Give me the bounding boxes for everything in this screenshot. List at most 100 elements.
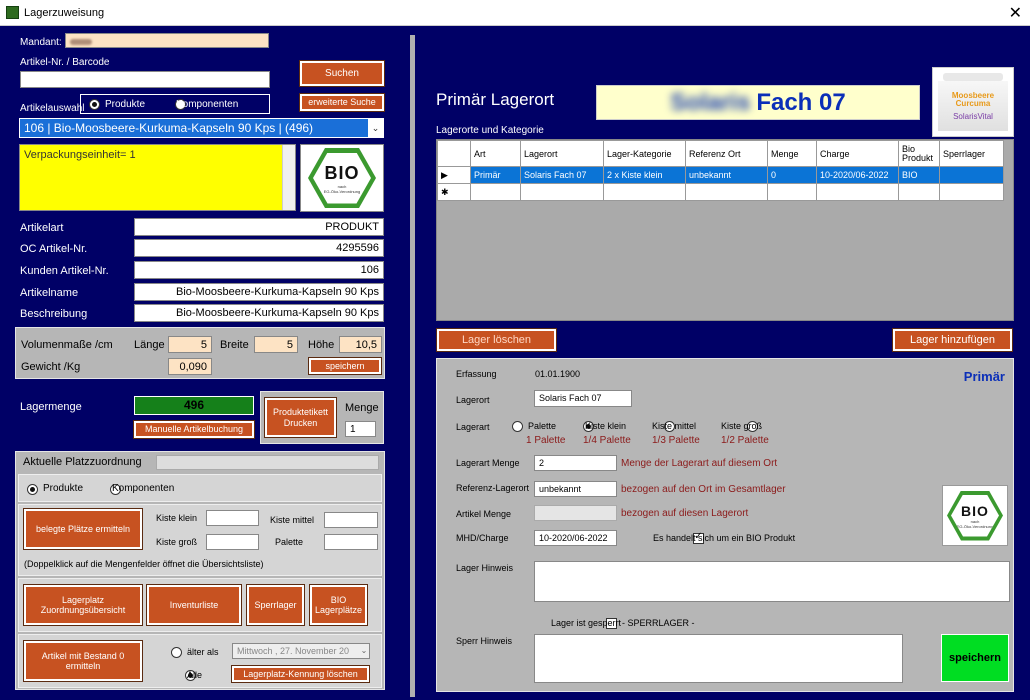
hoehe-input[interactable]: 10,5	[339, 336, 382, 353]
artikel-select[interactable]: 106 | Bio-Moosbeere-Kurkuma-Kapseln 90 K…	[19, 118, 384, 138]
beschreibung-label: Beschreibung	[20, 308, 88, 320]
cell-charge[interactable]: 10-2020/06-2022	[816, 166, 899, 184]
bio-lagerplaetze-button[interactable]: BIO Lagerplätze	[309, 584, 368, 626]
menge-input[interactable]: 1	[345, 421, 376, 437]
cell-menge[interactable]: 0	[767, 166, 817, 184]
dimensions-speichern-button[interactable]: speichern	[308, 357, 382, 375]
lagerart-radio-palette[interactable]	[512, 420, 523, 432]
artikelname-label: Artikelname	[20, 287, 79, 299]
artikelauswahl-label: Artikelauswahl	[20, 103, 85, 114]
lagermenge-label: Lagermenge	[20, 401, 82, 413]
col-menge[interactable]: Menge	[767, 140, 817, 167]
kiste-mittel-label: Kiste mittel	[270, 515, 315, 525]
sperr-hinweis-textarea[interactable]	[534, 634, 903, 683]
artikel-menge-hint: bezogen auf diesen Lagerort	[621, 508, 749, 519]
lager-gesperrt-label: Lager ist gesperrt	[551, 618, 622, 628]
lagerort-input[interactable]: Solaris Fach 07	[534, 390, 632, 407]
beschreibung-value[interactable]: Bio-Moosbeere-Kurkuma-Kapseln 90 Kps	[134, 304, 384, 322]
kiste-gross-input[interactable]	[206, 534, 259, 550]
artikelname-value[interactable]: Bio-Moosbeere-Kurkuma-Kapseln 90 Kps	[134, 283, 384, 301]
cell-referenz-ort[interactable]: unbekannt	[685, 166, 768, 184]
col-lagerort[interactable]: Lagerort	[520, 140, 604, 167]
dimensions-panel: Volumenmaße /cm Länge 5 Breite 5 Höhe 10…	[15, 327, 385, 379]
radio-produkte[interactable]	[89, 98, 100, 110]
kiste-mittel-input[interactable]	[324, 512, 378, 528]
breite-input[interactable]: 5	[254, 336, 298, 353]
platz-radio-produkte-label: Produkte	[43, 483, 84, 494]
belegte-plaetze-button[interactable]: belegte Plätze ermitteln	[23, 508, 143, 550]
date-chevron-down-icon[interactable]: ⌄	[359, 644, 369, 658]
report-buttons-section: Lagerplatz Zuordnungsübersicht Inventurl…	[18, 578, 382, 632]
col-art[interactable]: Art	[470, 140, 521, 167]
gewicht-input[interactable]: 0,090	[168, 358, 212, 375]
product-brand: SolarisVital	[953, 111, 993, 121]
bio-logo: BIO nach EG-Öko-Verordnung	[300, 144, 384, 212]
artikelart-value[interactable]: PRODUKT	[134, 218, 384, 236]
gewicht-label: Gewicht /Kg	[21, 361, 81, 373]
kiste-klein-input[interactable]	[206, 510, 259, 526]
inventurliste-button[interactable]: Inventurliste	[146, 584, 242, 626]
referenz-lagerort-hint: bezogen auf den Ort im Gesamtlager	[621, 484, 786, 495]
zuordnungsuebersicht-button[interactable]: Lagerplatz Zuordnungsübersicht	[23, 584, 143, 626]
suchen-button[interactable]: Suchen	[299, 60, 385, 87]
lagerart-kiste-klein-sub: 1/4 Palette	[583, 435, 631, 446]
detail-speichern-button[interactable]: speichern	[941, 634, 1009, 682]
manuelle-artikelbuchung-button[interactable]: Manuelle Artikelbuchung	[133, 420, 255, 439]
platz-radio-produkte[interactable]	[27, 483, 38, 495]
close-icon[interactable]: ✕	[1009, 3, 1022, 23]
lagerart-menge-input[interactable]: 2	[534, 455, 617, 471]
lager-hinzufuegen-button[interactable]: Lager hinzufügen	[892, 328, 1013, 352]
lagerart-kiste-gross-sub: 1/2 Palette	[721, 435, 769, 446]
verpackung-scrollbar[interactable]	[282, 145, 295, 210]
lagerart-menge-hint: Menge der Lagerart auf diesem Ort	[621, 458, 778, 469]
aelter-als-radio[interactable]	[171, 646, 182, 658]
date-select[interactable]: Mittwoch , 27. November 20	[232, 643, 370, 659]
chevron-down-icon[interactable]: ⌄	[368, 119, 383, 137]
col-lager-kategorie[interactable]: Lager-Kategorie	[603, 140, 686, 167]
palette-input[interactable]	[324, 534, 378, 550]
volumen-label: Volumenmaße /cm	[21, 339, 113, 351]
mandant-field[interactable]	[65, 33, 269, 48]
barcode-input[interactable]	[20, 71, 270, 88]
artikelart-label: Artikelart	[20, 222, 64, 234]
detail-bio-logo: BIO nach EG-Öko-Verordnung	[942, 485, 1008, 546]
oc-artikel-nr-value[interactable]: 4295596	[134, 239, 384, 257]
lagerplatz-kennung-loeschen-button[interactable]: Lagerplatz-Kennung löschen	[231, 665, 370, 683]
cell-art[interactable]: Primär	[470, 166, 521, 184]
col-sperrlager[interactable]: Sperrlager	[939, 140, 1004, 167]
mhd-charge-input[interactable]: 10-2020/06-2022	[534, 530, 617, 546]
lagerart-kiste-mittel-sub: 1/3 Palette	[652, 435, 700, 446]
verpackungseinheit-box[interactable]: Verpackungseinheit= 1	[19, 144, 296, 211]
lagerart-palette-sub: 1 Palette	[526, 435, 566, 446]
cell-lagerort[interactable]: Solaris Fach 07	[520, 166, 604, 184]
col-charge[interactable]: Charge	[816, 140, 899, 167]
title-bar: Lagerzuweisung ✕	[0, 0, 1030, 26]
sperrlager-button[interactable]: Sperrlager	[246, 584, 305, 626]
cell-sperrlager[interactable]	[939, 166, 1004, 184]
platzzuordnung-title: Aktuelle Platzzuordnung	[23, 456, 142, 468]
referenz-lagerort-input[interactable]: unbekannt	[534, 481, 617, 497]
new-row[interactable]: ✱	[437, 183, 1004, 201]
lager-hinweis-textarea[interactable]	[534, 561, 1010, 602]
erweiterte-suche-button[interactable]: erweiterte Suche	[299, 93, 385, 112]
cell-bio-produkt[interactable]: BIO	[898, 166, 940, 184]
lager-loeschen-button[interactable]: Lager löschen	[436, 328, 557, 352]
lager-hinweis-label: Lager Hinweis	[456, 563, 514, 573]
table-row[interactable]: ▶ Primär Solaris Fach 07 2 x Kiste klein…	[437, 166, 1004, 184]
kunden-artikel-nr-value[interactable]: 106	[134, 261, 384, 279]
col-bio-produkt[interactable]: Bio Produkt	[898, 140, 940, 167]
sperrlager-label: - SPERRLAGER -	[622, 618, 695, 628]
splitter[interactable]	[410, 35, 415, 697]
radio-produkte-label: Produkte	[105, 99, 146, 110]
bestand0-button[interactable]: Artikel mit Bestand 0 ermitteln	[23, 640, 143, 682]
cell-lager-kategorie[interactable]: 2 x Kiste klein	[603, 166, 686, 184]
bio-hexagon-icon: BIO nach EG-Öko-Verordnung	[308, 148, 376, 208]
laenge-input[interactable]: 5	[168, 336, 212, 353]
lagerorte-grid[interactable]: Art Lagerort Lager-Kategorie Referenz Or…	[436, 139, 1014, 321]
belegte-plaetze-section: belegte Plätze ermitteln Kiste klein Kis…	[18, 504, 382, 576]
fach-label: Fach 07	[756, 88, 846, 116]
lagerart-kiste-gross-label: Kiste groß	[721, 421, 763, 431]
produktetikett-drucken-button[interactable]: Produktetikett Drucken	[264, 397, 337, 438]
col-referenz-ort[interactable]: Referenz Ort	[685, 140, 768, 167]
detail-bio-logo-sub2: EG-Öko-Verordnung	[956, 523, 994, 529]
